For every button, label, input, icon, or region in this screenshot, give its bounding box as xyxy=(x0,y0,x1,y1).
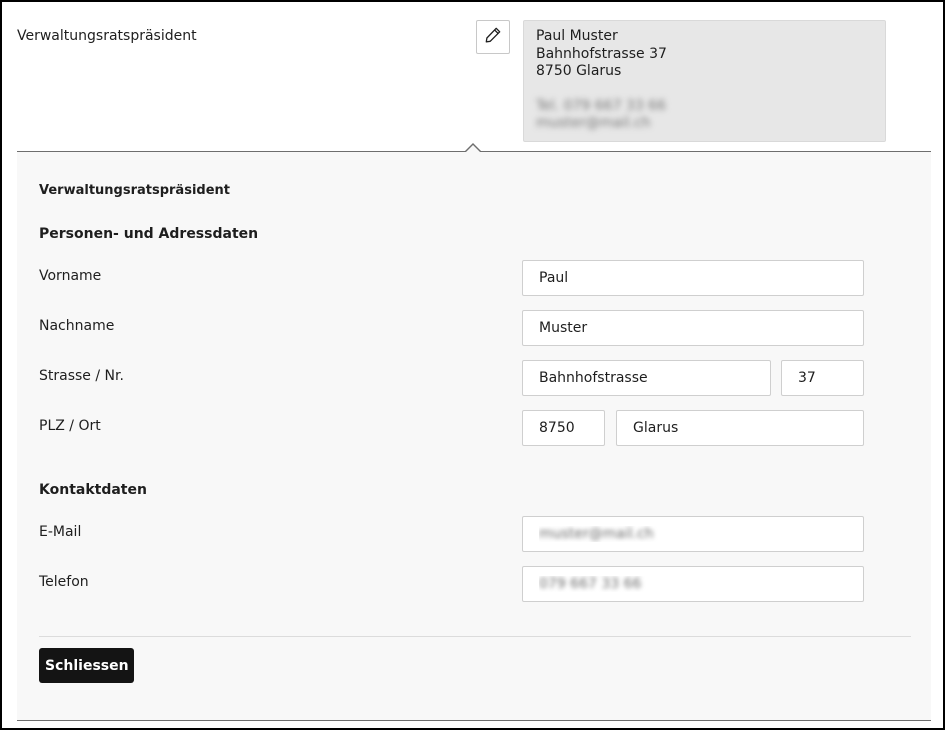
label-strasse: Strasse / Nr. xyxy=(39,368,124,384)
vorname-input[interactable] xyxy=(522,260,864,296)
telefon-input[interactable] xyxy=(522,566,864,602)
app-window: Verwaltungsratspräsident Paul Muster Bah… xyxy=(0,0,945,730)
summary-name: Paul Muster xyxy=(536,28,618,44)
summary-phone-blurred: Tel. 079 667 33 66 xyxy=(536,97,666,114)
summary-email-blurred: muster@mail.ch xyxy=(536,115,651,131)
label-email: E-Mail xyxy=(39,524,82,540)
summary-city: 8750 Glarus xyxy=(536,63,622,79)
nachname-input[interactable] xyxy=(522,310,864,346)
label-telefon: Telefon xyxy=(39,574,89,590)
section-heading-contact: Kontaktdaten xyxy=(39,482,147,498)
plz-input[interactable] xyxy=(522,410,605,446)
label-plz-ort: PLZ / Ort xyxy=(39,418,101,434)
pencil-icon xyxy=(484,26,502,48)
label-nachname: Nachname xyxy=(39,318,115,334)
strasse-input[interactable] xyxy=(522,360,771,396)
hausnummer-input[interactable] xyxy=(781,360,864,396)
section-heading-person: Personen- und Adressdaten xyxy=(39,226,259,242)
panel-title: Verwaltungsratspräsident xyxy=(39,183,230,198)
edit-button[interactable] xyxy=(476,20,510,54)
address-summary: Paul Muster Bahnhofstrasse 37 8750 Glaru… xyxy=(523,20,886,142)
divider xyxy=(39,636,911,637)
summary-street: Bahnhofstrasse 37 xyxy=(536,45,667,62)
email-input[interactable] xyxy=(522,516,864,552)
label-vorname: Vorname xyxy=(39,268,102,284)
ort-input[interactable] xyxy=(616,410,864,446)
row-label: Verwaltungsratspräsident xyxy=(17,28,197,44)
close-button[interactable]: Schliessen xyxy=(39,648,134,683)
